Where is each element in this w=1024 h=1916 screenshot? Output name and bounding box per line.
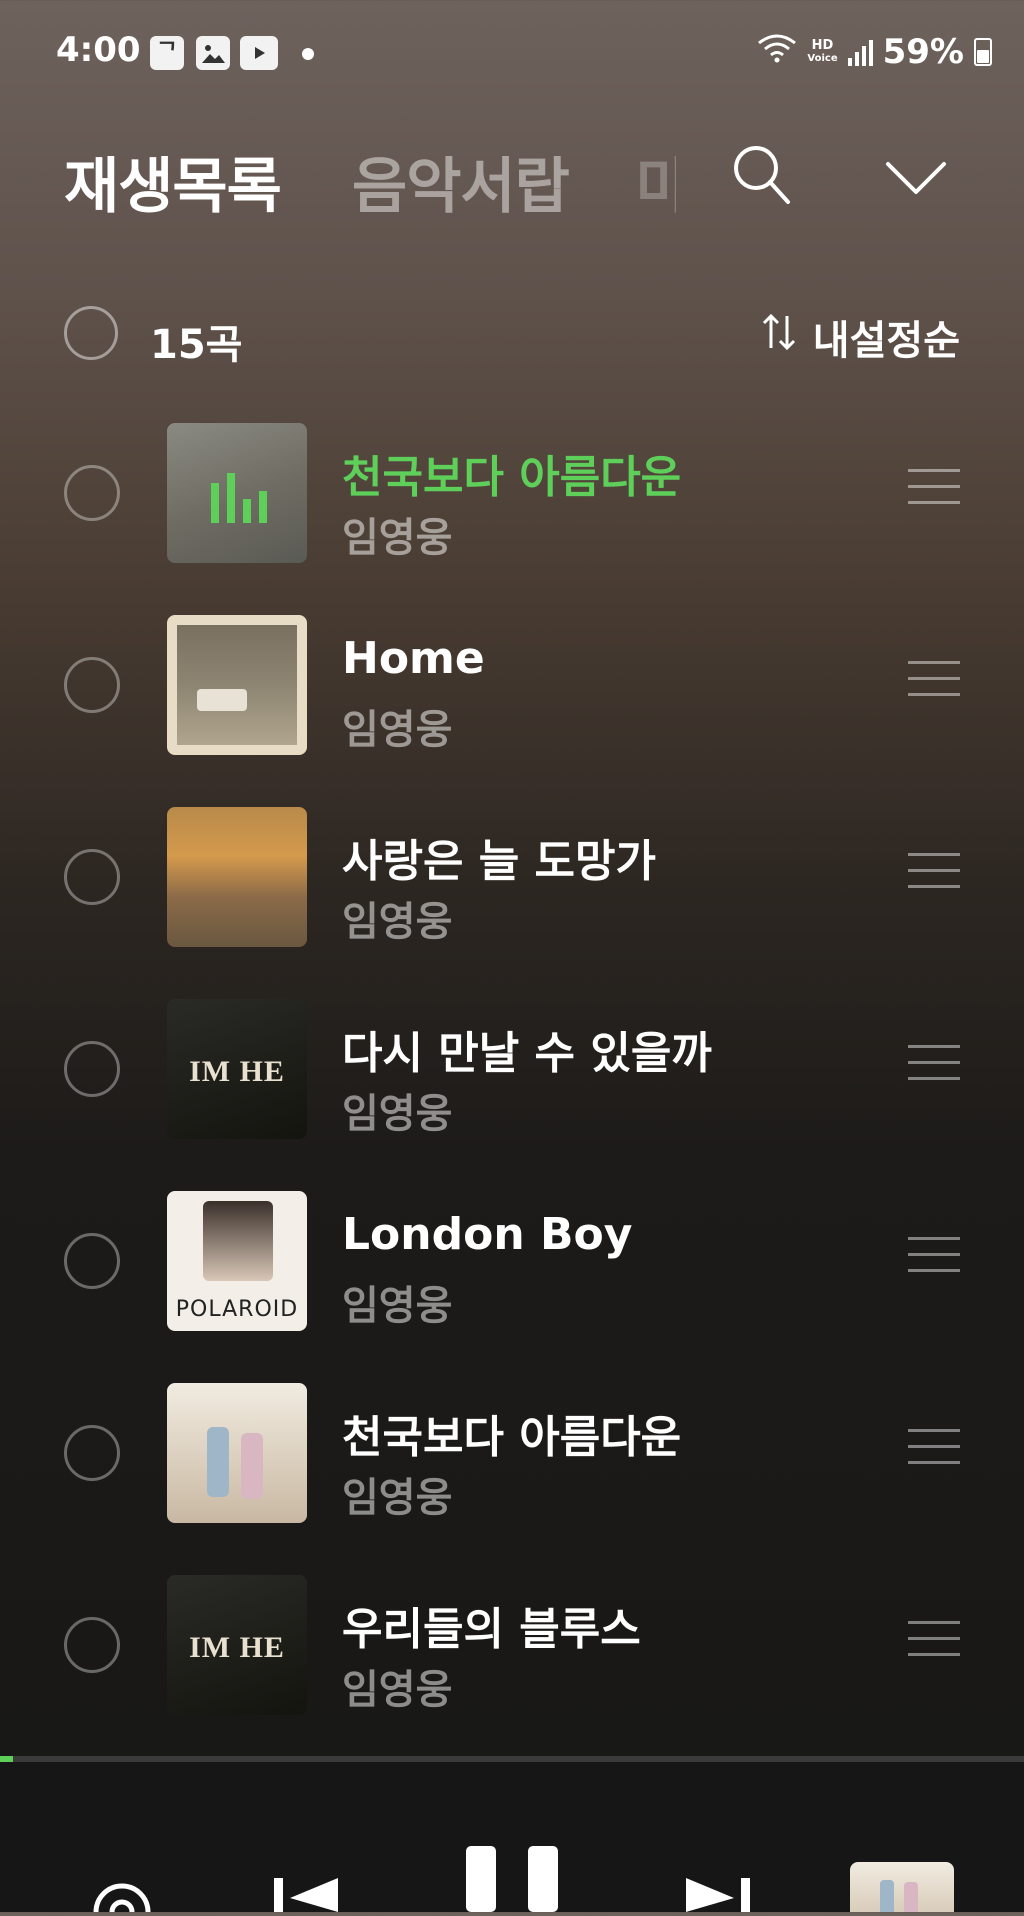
track-title: 우리들의 블루스 bbox=[342, 1604, 641, 1655]
sort-label: 내설정순 bbox=[812, 318, 960, 364]
track-artist: 임영웅 bbox=[342, 707, 453, 753]
battery-icon bbox=[974, 38, 992, 66]
signal-icon bbox=[847, 38, 873, 66]
previous-icon[interactable] bbox=[270, 1870, 340, 1916]
track-title: Home bbox=[342, 633, 485, 684]
album-art: IM HE bbox=[167, 1575, 307, 1715]
drag-handle-icon[interactable] bbox=[908, 1429, 960, 1469]
album-art bbox=[167, 1383, 307, 1523]
drag-handle-icon[interactable] bbox=[908, 469, 960, 509]
track-artist: 임영웅 bbox=[342, 1475, 453, 1521]
drag-handle-icon[interactable] bbox=[908, 853, 960, 893]
track-artist: 임영웅 bbox=[342, 899, 453, 945]
drag-handle-icon[interactable] bbox=[908, 1045, 960, 1085]
status-right: HD Voice 59% bbox=[757, 32, 992, 72]
drag-handle-icon[interactable] bbox=[908, 1621, 960, 1661]
youtube-icon bbox=[240, 36, 278, 70]
equalizer-icon bbox=[211, 473, 267, 523]
album-art: IM HE bbox=[167, 999, 307, 1139]
track-title: London Boy bbox=[342, 1209, 633, 1260]
now-playing-thumbnail[interactable] bbox=[850, 1862, 954, 1912]
track-checkbox[interactable] bbox=[64, 657, 120, 713]
track-checkbox[interactable] bbox=[64, 849, 120, 905]
track-title: 천국보다 아름다운 bbox=[342, 452, 682, 503]
list-item[interactable]: IM HE 우리들의 블루스 임영웅 bbox=[0, 1565, 1024, 1725]
notification-dot bbox=[302, 48, 314, 60]
track-title: 천국보다 아름다운 bbox=[342, 1412, 682, 1463]
settings-icon[interactable] bbox=[86, 1872, 158, 1916]
list-item[interactable]: 사랑은 늘 도망가 임영웅 bbox=[0, 797, 1024, 957]
track-count: 15곡 bbox=[150, 322, 243, 368]
status-bar: 4:00 ᄀ HD Voice 59% bbox=[0, 0, 1024, 110]
search-icon[interactable] bbox=[730, 142, 794, 210]
track-title: 다시 만날 수 있을까 bbox=[342, 1028, 712, 1079]
battery-percent: 59% bbox=[882, 32, 964, 72]
wifi-icon bbox=[757, 32, 797, 72]
chevron-down-icon[interactable] bbox=[884, 158, 948, 202]
tab-playlist[interactable]: 재생목록 bbox=[64, 138, 282, 225]
track-checkbox[interactable] bbox=[64, 1617, 120, 1673]
track-artist: 임영웅 bbox=[342, 515, 453, 561]
drag-handle-icon[interactable] bbox=[908, 1237, 960, 1277]
list-item[interactable]: 천국보다 아름다운 임영웅 bbox=[0, 413, 1024, 573]
track-checkbox[interactable] bbox=[64, 1233, 120, 1289]
album-art bbox=[167, 615, 307, 755]
sort-button[interactable]: 내설정순 bbox=[759, 308, 960, 366]
select-all-checkbox[interactable] bbox=[64, 306, 118, 360]
track-checkbox[interactable] bbox=[64, 465, 120, 521]
album-art: POLAROID bbox=[167, 1191, 307, 1331]
list-item[interactable]: POLAROID London Boy 임영웅 bbox=[0, 1181, 1024, 1341]
player-bar bbox=[0, 1762, 1024, 1916]
tv-icon: ᄀ bbox=[150, 36, 184, 70]
album-art bbox=[167, 807, 307, 947]
list-item[interactable]: 천국보다 아름다운 임영웅 bbox=[0, 1373, 1024, 1533]
track-artist: 임영웅 bbox=[342, 1283, 453, 1329]
track-checkbox[interactable] bbox=[64, 1425, 120, 1481]
sort-icon bbox=[759, 312, 799, 362]
list-item[interactable]: Home 임영웅 bbox=[0, 605, 1024, 765]
drag-handle-icon[interactable] bbox=[908, 661, 960, 701]
album-art bbox=[167, 423, 307, 563]
tab-music-drawer[interactable]: 음악서랍 bbox=[352, 138, 570, 225]
pause-icon[interactable] bbox=[462, 1846, 562, 1916]
gallery-icon bbox=[196, 36, 230, 70]
list-item[interactable]: IM HE 다시 만날 수 있을까 임영웅 bbox=[0, 989, 1024, 1149]
next-icon[interactable] bbox=[684, 1870, 754, 1916]
track-checkbox[interactable] bbox=[64, 1041, 120, 1097]
track-artist: 임영웅 bbox=[342, 1091, 453, 1137]
track-title: 사랑은 늘 도망가 bbox=[342, 836, 656, 887]
tab-third[interactable]: 마 bbox=[636, 138, 676, 225]
status-time: 4:00 bbox=[56, 30, 141, 70]
hd-voice-icon: HD Voice bbox=[807, 37, 838, 64]
track-artist: 임영웅 bbox=[342, 1667, 453, 1713]
